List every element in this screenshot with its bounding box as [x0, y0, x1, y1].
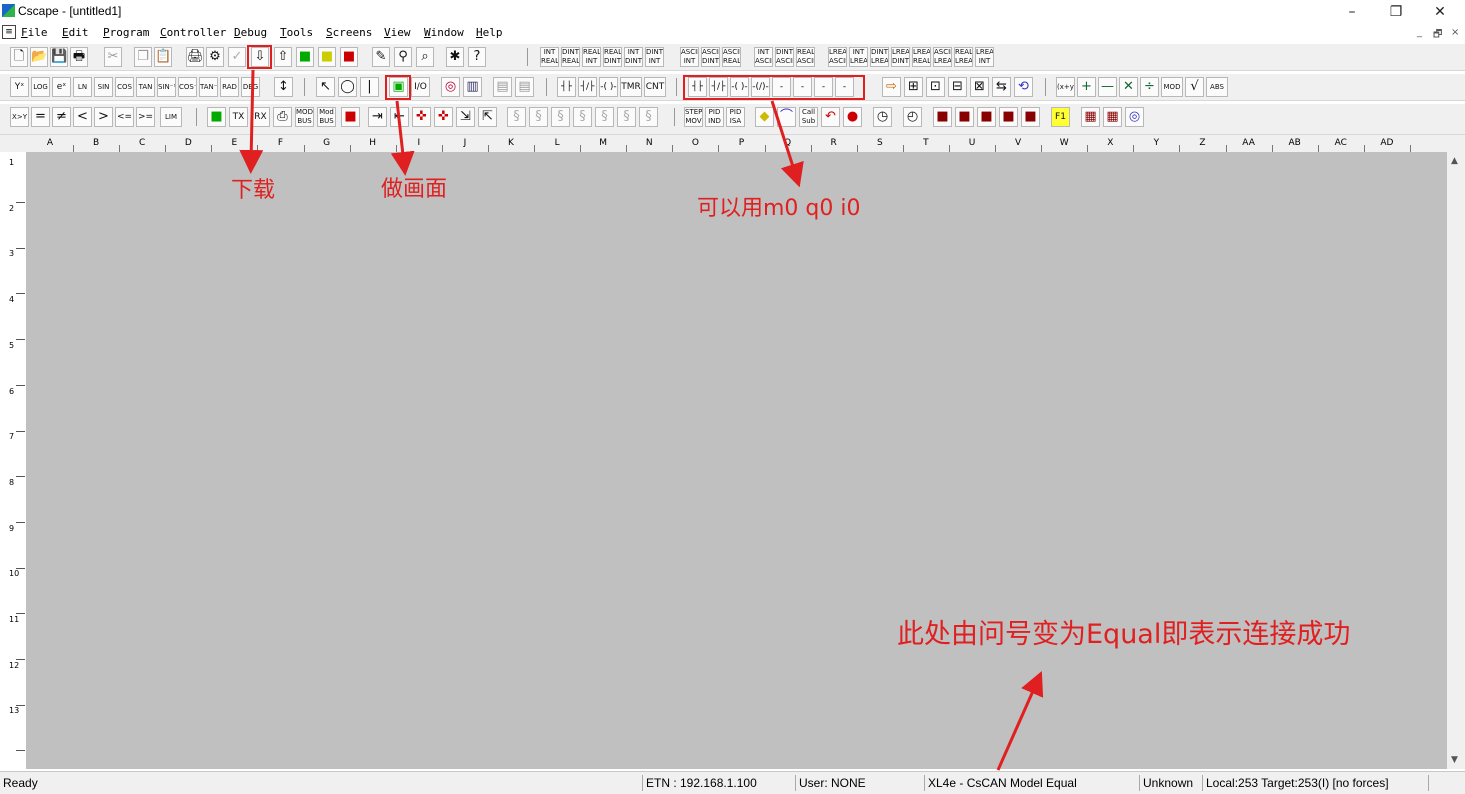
- annotation-arrows: [239, 69, 1044, 771]
- status-ready: Ready: [3, 776, 38, 790]
- annotation-download: 下载: [231, 178, 276, 203]
- annotation-connection-success: 此处由问号变为Equal即表示连接成功: [897, 619, 1351, 650]
- annotation-use-addresses: 可以用m0 q0 i0: [697, 196, 861, 221]
- arrow-make-screen: [390, 100, 415, 176]
- status-controller-model: XL4e - CsCAN Model Equal: [924, 775, 1138, 791]
- arrow-download: [239, 69, 264, 174]
- annotation-make-screen: 做画面: [381, 177, 448, 202]
- status-bar: Ready ETN : 192.168.1.100 User: NONE XL4…: [0, 771, 1465, 794]
- status-user: User: NONE: [795, 775, 919, 791]
- arrow-connection: [996, 671, 1044, 771]
- arrow-contacts: [770, 100, 804, 188]
- status-empty: [1428, 775, 1464, 791]
- status-local-target: Local:253 Target:253(I) [no forces]: [1202, 775, 1426, 791]
- status-unknown: Unknown: [1139, 775, 1201, 791]
- status-etn-address: ETN : 192.168.1.100: [642, 775, 794, 791]
